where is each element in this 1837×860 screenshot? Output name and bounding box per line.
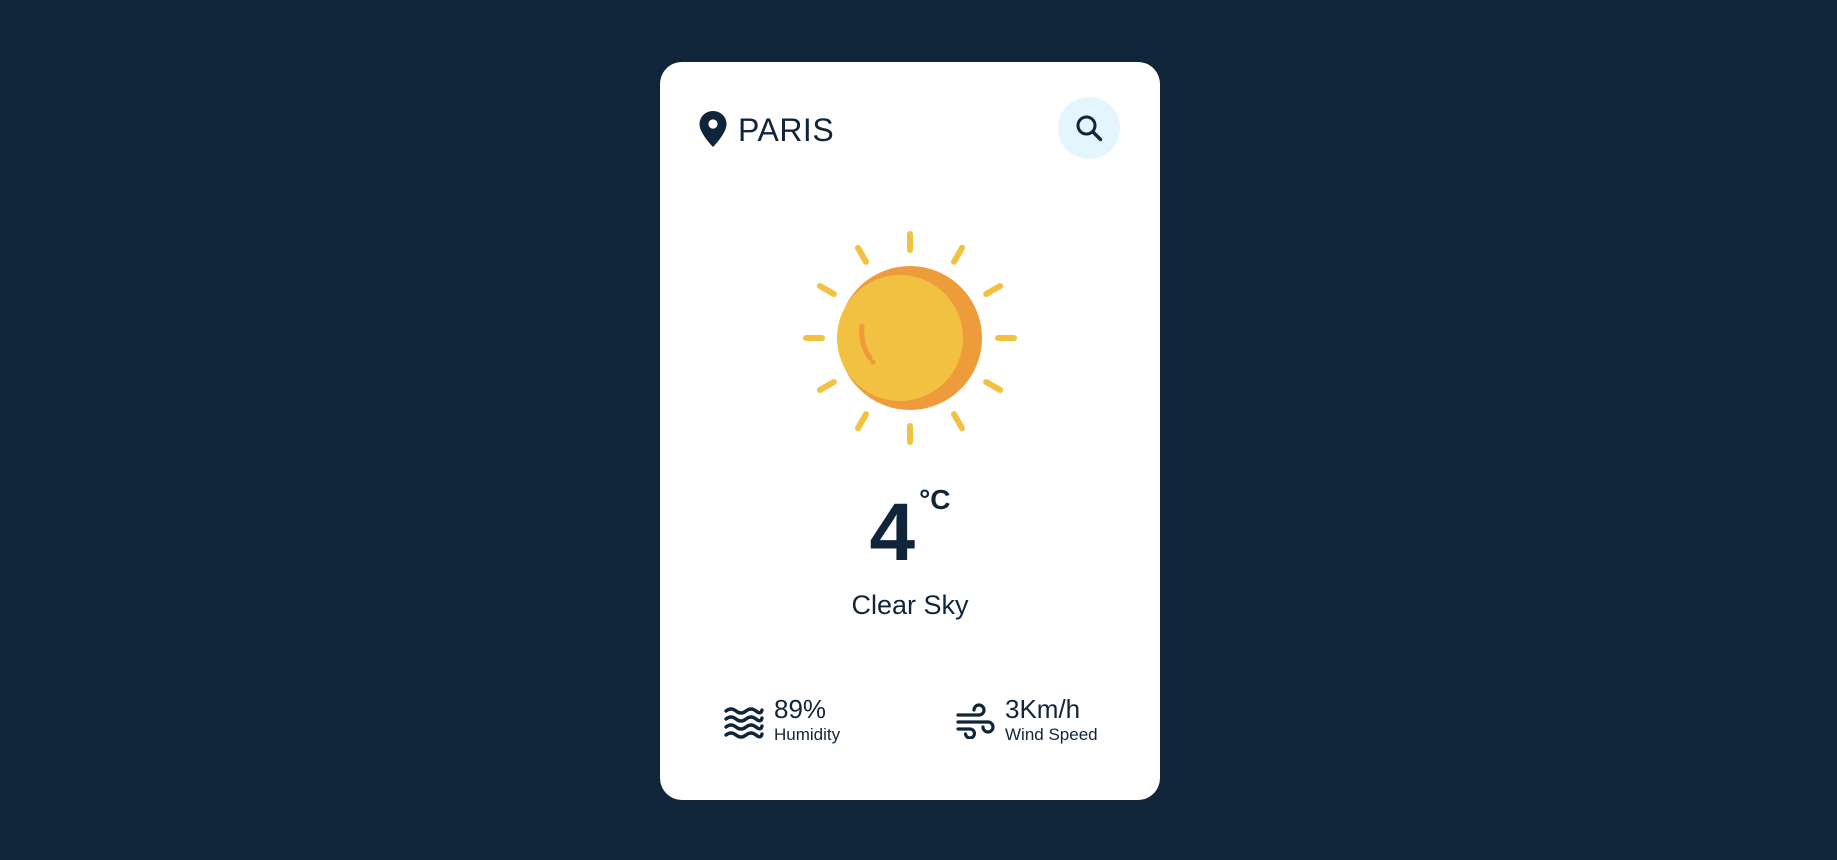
- humidity-text: 89% Humidity: [774, 694, 841, 746]
- sun-icon: [803, 231, 1017, 445]
- location: PARIS: [698, 110, 834, 148]
- wind-icon: [956, 703, 995, 739]
- wind-text: 3Km/h Wind Speed: [1005, 694, 1098, 746]
- weather-card: PARIS 4 °C Clear Sky 89% Humidity 3Km/h …: [660, 62, 1160, 800]
- humidity-stat: 89% Humidity: [724, 694, 841, 746]
- wind-stat: 3Km/h Wind Speed: [955, 694, 1098, 746]
- city-name: PARIS: [738, 112, 835, 148]
- wind-value: 3Km/h: [1005, 694, 1081, 724]
- temperature-unit: °C: [919, 484, 951, 515]
- search-icon: [1076, 115, 1103, 142]
- search-button[interactable]: [1058, 97, 1120, 159]
- temperature-display: 4 °C: [660, 486, 1160, 578]
- waves-icon: [724, 707, 764, 739]
- wind-label: Wind Speed: [1005, 725, 1098, 745]
- weather-condition: Clear Sky: [851, 590, 969, 620]
- map-pin-icon: [699, 111, 727, 147]
- humidity-value: 89%: [774, 694, 827, 724]
- temperature-value: 4: [869, 487, 916, 578]
- humidity-label: Humidity: [774, 725, 841, 745]
